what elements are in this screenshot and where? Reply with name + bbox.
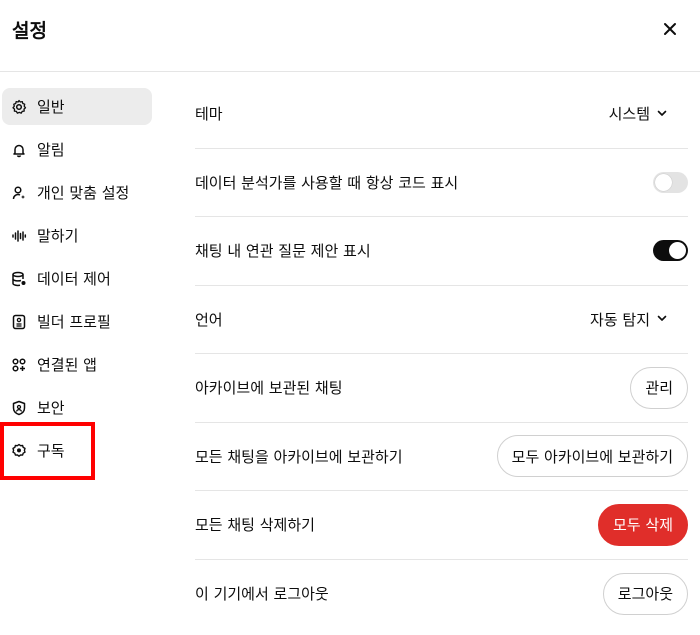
setting-label: 모든 채팅 삭제하기 (195, 516, 315, 535)
waveform-icon (10, 227, 28, 245)
page-title: 설정 (12, 20, 47, 42)
logout-button[interactable]: 로그아웃 (602, 572, 688, 615)
sidebar-item-builder-profile[interactable]: 빌더 프로필 (2, 303, 152, 340)
badge-icon (10, 442, 28, 460)
sidebar-item-security[interactable]: 보안 (2, 389, 152, 426)
bell-icon (10, 141, 28, 159)
sidebar-item-general[interactable]: 일반 (2, 88, 152, 125)
sidebar-item-label: 연결된 앱 (37, 356, 97, 374)
sidebar-item-notifications[interactable]: 알림 (2, 131, 152, 168)
setting-label: 테마 (195, 105, 223, 124)
close-icon (663, 21, 677, 40)
gear-icon (10, 98, 28, 116)
toggle-knob (669, 242, 686, 260)
sidebar-item-personalization[interactable]: 개인 맞춤 설정 (2, 174, 152, 211)
setting-row-followup-suggestions: 채팅 내 연관 질문 제안 표시 (195, 217, 688, 286)
setting-label: 이 기기에서 로그아웃 (195, 585, 329, 604)
sidebar-item-label: 개인 맞춤 설정 (37, 184, 130, 202)
settings-header: 설정 (0, 0, 700, 72)
setting-row-theme: 테마 시스템 (195, 80, 688, 149)
personalize-icon (10, 184, 28, 202)
language-dropdown[interactable]: 자동 탐지 (590, 309, 668, 330)
database-icon (10, 270, 28, 288)
id-card-icon (10, 313, 28, 331)
language-value: 자동 탐지 (590, 310, 650, 329)
sidebar-item-label: 빌더 프로필 (37, 313, 111, 331)
setting-row-logout: 이 기기에서 로그아웃 로그아웃 (195, 560, 688, 629)
sidebar-item-label: 알림 (37, 141, 65, 159)
sidebar-item-data-controls[interactable]: 데이터 제어 (2, 260, 152, 297)
sidebar-item-label: 일반 (37, 98, 65, 116)
apps-icon (10, 356, 28, 374)
setting-label: 채팅 내 연관 질문 제안 표시 (195, 242, 371, 261)
sidebar-item-label: 구독 (37, 442, 65, 460)
sidebar-item-connected-apps[interactable]: 연결된 앱 (2, 346, 152, 383)
sidebar-item-label: 말하기 (37, 227, 79, 245)
setting-row-archive-all: 모든 채팅을 아카이브에 보관하기 모두 아카이브에 보관하기 (195, 423, 688, 491)
sidebar-item-label: 보안 (37, 399, 65, 417)
setting-row-delete-all: 모든 채팅 삭제하기 모두 삭제 (195, 491, 688, 560)
theme-value: 시스템 (608, 105, 650, 124)
setting-row-language: 언어 자동 탐지 (195, 286, 688, 354)
manage-archived-button[interactable]: 관리 (630, 366, 688, 409)
setting-label: 아카이브에 보관된 채팅 (195, 379, 343, 398)
always-show-code-toggle[interactable] (653, 171, 688, 193)
chevron-down-icon (656, 310, 668, 328)
sidebar-item-label: 데이터 제어 (37, 270, 111, 288)
toggle-knob (655, 173, 672, 191)
shield-icon (10, 399, 28, 417)
setting-row-archived-chats: 아카이브에 보관된 채팅 관리 (195, 354, 688, 423)
setting-label: 모든 채팅을 아카이브에 보관하기 (195, 447, 403, 466)
followup-suggestions-toggle[interactable] (653, 240, 688, 262)
setting-label: 언어 (195, 310, 223, 329)
sidebar-item-subscription[interactable]: 구독 (2, 432, 152, 469)
delete-all-button[interactable]: 모두 삭제 (598, 503, 688, 546)
close-button[interactable] (656, 16, 684, 44)
settings-general-panel: 테마 시스템 데이터 분석가를 사용할 때 항상 코드 표시 채팅 내 연관 질… (195, 80, 688, 628)
archive-all-button[interactable]: 모두 아카이브에 보관하기 (496, 435, 688, 478)
setting-label: 데이터 분석가를 사용할 때 항상 코드 표시 (195, 173, 459, 192)
setting-row-always-show-code: 데이터 분석가를 사용할 때 항상 코드 표시 (195, 149, 688, 217)
settings-sidebar: 일반 알림 개인 맞춤 설정 말하기 데이터 제어 빌더 프로필 연결된 앱 보… (0, 88, 160, 475)
sidebar-item-speech[interactable]: 말하기 (2, 217, 152, 254)
chevron-down-icon (656, 105, 668, 123)
theme-dropdown[interactable]: 시스템 (609, 103, 668, 124)
